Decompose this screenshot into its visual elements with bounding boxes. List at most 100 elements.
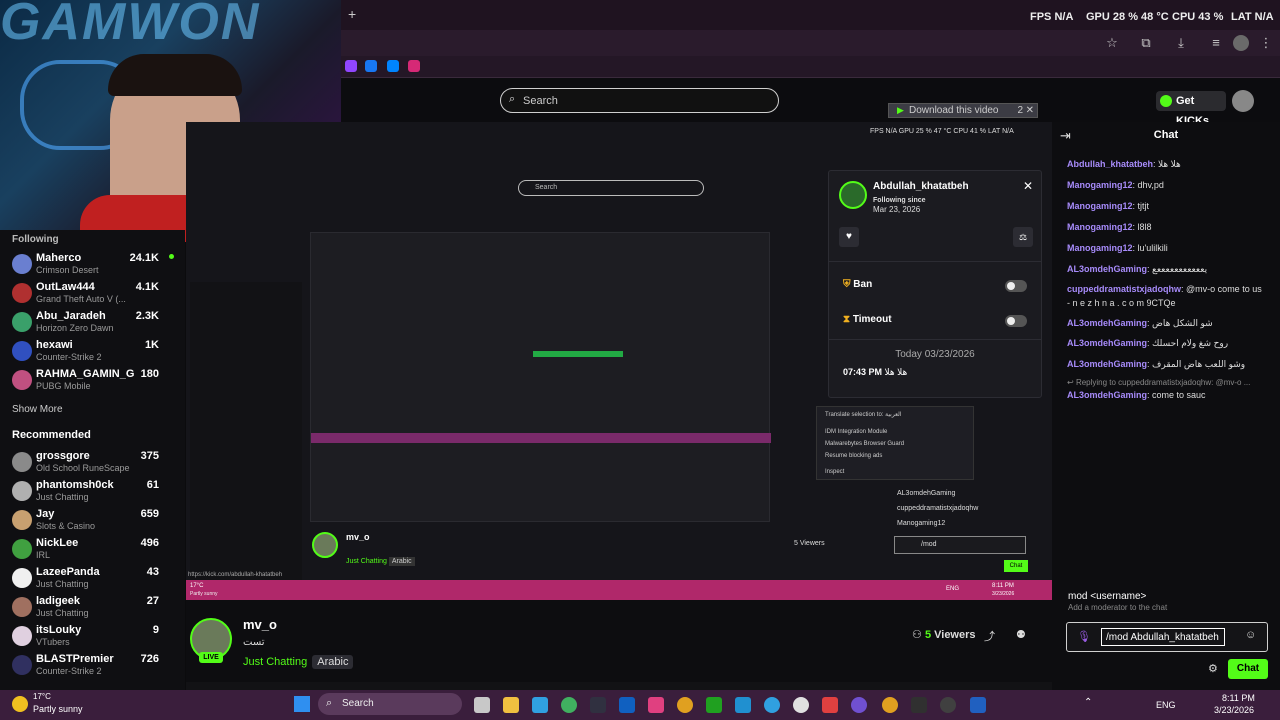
twitch-bookmark-icon[interactable] xyxy=(345,60,357,72)
sidebar-item-grossgore[interactable]: grossgore Old School RuneScape 375 xyxy=(0,448,185,476)
nested-category-text: Just Chatting xyxy=(346,558,387,565)
close-icon[interactable]: ✕ xyxy=(1023,179,1033,193)
new-tab-icon[interactable]: + xyxy=(348,6,356,22)
extensions-icon[interactable]: ⧉ xyxy=(1138,35,1154,51)
task-view-icon[interactable] xyxy=(474,697,490,713)
ban-toggle[interactable] xyxy=(1005,280,1027,292)
channel-category: Crimson Desert xyxy=(36,265,99,275)
download-icon[interactable]: ⤓ xyxy=(1173,35,1189,51)
chrome-icon[interactable] xyxy=(677,697,693,713)
sidebar-item-nicklee[interactable]: NickLee IRL 496 xyxy=(0,535,185,563)
menu-icon[interactable]: ⋮ xyxy=(1258,35,1274,51)
sidebar-item-hexawi[interactable]: hexawi Counter-Strike 2 1K xyxy=(0,337,185,365)
chat-username[interactable]: AL3omdehGaming xyxy=(1067,338,1147,348)
instagram-icon[interactable] xyxy=(648,697,664,713)
command-suggestion-name[interactable]: mod <username> xyxy=(1068,591,1146,602)
nested-tag: Arabic xyxy=(388,557,415,566)
sidebar-item-rahma[interactable]: RAHMA_GAMIN_G PUBG Mobile 180 xyxy=(0,366,185,394)
streamer-name[interactable]: mv_o xyxy=(243,617,277,632)
stream-tag[interactable]: Arabic xyxy=(312,655,354,669)
share-icon[interactable]: ⤴ xyxy=(984,628,995,644)
microphone-app-icon[interactable] xyxy=(822,697,838,713)
xbox-icon[interactable] xyxy=(706,697,722,713)
chat-username[interactable]: cuppeddramatistxjadoqhw xyxy=(1067,284,1181,294)
get-kicks-button[interactable]: Get KICKs xyxy=(1156,91,1226,127)
star-icon[interactable]: ☆ xyxy=(1104,35,1120,51)
sidebar-item-blastpremier[interactable]: BLASTPremier Counter-Strike 2 726 xyxy=(0,651,185,679)
app-icon[interactable] xyxy=(590,697,606,713)
chat-input[interactable]: 🎙 /mod Abdullah_khatatbeh ☺ xyxy=(1066,622,1268,652)
heart-icon[interactable]: ♥ xyxy=(839,227,859,247)
file-explorer-icon[interactable] xyxy=(503,697,519,713)
sidebar-item-abu-jaradeh[interactable]: Abu_Jaradeh Horizon Zero Dawn 2.3K xyxy=(0,308,185,336)
avatar[interactable] xyxy=(1232,90,1254,112)
chat-username[interactable]: AL3omdehGaming xyxy=(1067,359,1147,369)
gear-icon[interactable]: ⚙ xyxy=(1208,662,1218,675)
sidebar-item-jay[interactable]: Jay Slots & Casino 659 xyxy=(0,506,185,534)
sidebar-item-ladigeek[interactable]: ladigeek Just Chatting 27 xyxy=(0,593,185,621)
chat-username[interactable]: AL3omdehGaming xyxy=(1067,318,1147,328)
language-indicator[interactable]: ENG xyxy=(1156,700,1176,710)
chat-username[interactable]: Manogaming12 xyxy=(1067,222,1133,232)
timeout-toggle[interactable] xyxy=(1005,315,1027,327)
chat-username[interactable]: AL3omdehGaming xyxy=(1067,264,1147,274)
sidebar-item-outlaw444[interactable]: OutLaw444 Grand Theft Auto V (... 4.1K xyxy=(0,279,185,307)
clock-date[interactable]: 3/23/2026 xyxy=(1214,705,1254,715)
chrome-active-icon[interactable] xyxy=(882,697,898,713)
send-chat-button[interactable]: Chat xyxy=(1228,659,1268,679)
settings-icon[interactable] xyxy=(793,697,809,713)
chat-username[interactable]: Manogaming12 xyxy=(1067,243,1133,253)
photos-icon[interactable] xyxy=(735,697,751,713)
stream-category[interactable]: Just Chatting xyxy=(243,656,307,668)
chat-username[interactable]: Abdullah_khatatbeh xyxy=(1067,159,1153,169)
facebook-bookmark-icon[interactable] xyxy=(365,60,377,72)
avatar xyxy=(12,481,32,501)
defender-icon[interactable] xyxy=(970,697,986,713)
obs-icon[interactable] xyxy=(940,697,956,713)
telegram-icon[interactable] xyxy=(764,697,780,713)
taskbar-search[interactable]: ⌕ Search xyxy=(318,693,462,715)
instagram-bookmark-icon[interactable] xyxy=(408,60,420,72)
clock-time[interactable]: 8:11 PM xyxy=(1222,693,1255,703)
channel-name: OutLaw444 xyxy=(36,281,95,293)
chat-username[interactable]: AL3omdehGaming xyxy=(1067,390,1147,400)
chat-text: وشو اللعب هاض المقرف xyxy=(1152,359,1246,369)
show-more-link[interactable]: Show More xyxy=(12,404,63,415)
profile-icon[interactable] xyxy=(1233,35,1249,51)
word-icon[interactable] xyxy=(619,697,635,713)
windows-start-icon[interactable] xyxy=(294,696,310,712)
app-icon-2[interactable] xyxy=(911,697,927,713)
chat-username[interactable]: Manogaming12 xyxy=(1067,201,1133,211)
emoji-icon[interactable]: ☺ xyxy=(1245,629,1256,641)
reading-list-icon[interactable]: ≡ xyxy=(1208,35,1224,51)
viewer-count: 24.1K xyxy=(129,252,159,264)
sidebar-item-phantomsh0ck[interactable]: phantomsh0ck Just Chatting 61 xyxy=(0,477,185,505)
download-video-button[interactable]: ▶ Download this video 2 ✕ xyxy=(888,103,1038,118)
viewer-count: 659 xyxy=(140,508,159,520)
chat-username[interactable]: Manogaming12 xyxy=(1067,180,1133,190)
divider xyxy=(829,261,1041,262)
ban-label: Ban xyxy=(853,279,873,290)
nested-streamer-avatar xyxy=(312,532,338,558)
edge-icon[interactable] xyxy=(561,697,577,713)
ctx-translate: Translate selection to: العربية xyxy=(825,412,902,418)
sidebar-item-itslouky[interactable]: itsLouky VTubers 9 xyxy=(0,622,185,650)
streamer-hair xyxy=(108,54,242,96)
discord-icon[interactable] xyxy=(851,697,867,713)
nested-search-input: Search xyxy=(518,180,704,196)
gavel-icon[interactable]: ⚖ xyxy=(1013,227,1033,247)
chat-input-text[interactable]: /mod Abdullah_khatatbeh xyxy=(1101,628,1225,646)
messenger-bookmark-icon[interactable] xyxy=(387,60,399,72)
follow-user-icon[interactable]: ⚉ xyxy=(1016,628,1026,641)
sidebar-item-maherco[interactable]: Maherco Crimson Desert 24.1K xyxy=(0,250,185,278)
close-icon[interactable]: ✕ xyxy=(1026,104,1034,117)
viewer-count: 180 xyxy=(140,368,159,380)
store-icon[interactable] xyxy=(532,697,548,713)
microphone-icon[interactable]: 🎙 xyxy=(1077,630,1091,643)
search-input[interactable]: ⌕ Search xyxy=(500,88,779,113)
bookmarks-bar xyxy=(340,56,1280,78)
weather-icon[interactable] xyxy=(12,696,28,712)
tray-chevron-icon[interactable]: ⌃ xyxy=(1084,697,1092,708)
sidebar-item-lazeepanda[interactable]: LazeePanda Just Chatting 43 xyxy=(0,564,185,592)
channel-category: Slots & Casino xyxy=(36,521,96,531)
